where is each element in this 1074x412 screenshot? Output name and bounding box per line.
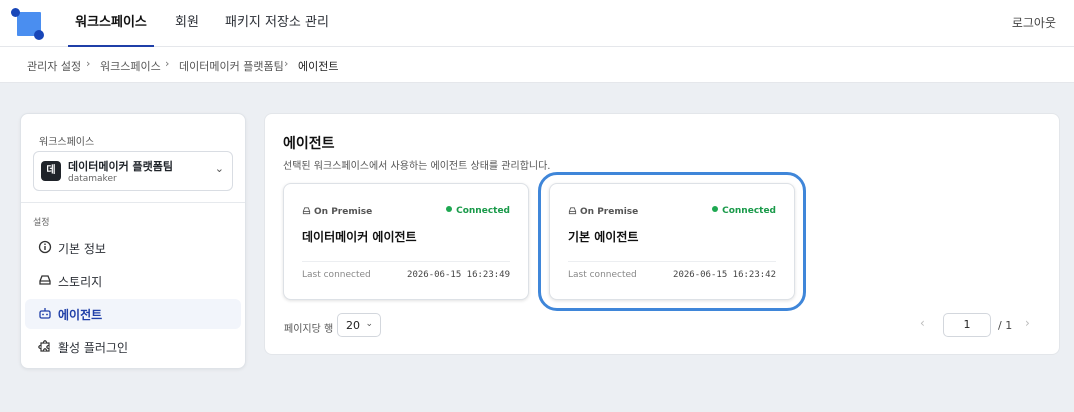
page-number-input[interactable]: 1: [943, 313, 991, 337]
logout-link[interactable]: 로그아웃: [1012, 0, 1056, 46]
sidebar-item-label: 스토리지: [58, 275, 103, 289]
status-badge: Connected: [446, 206, 510, 216]
divider: [21, 202, 245, 203]
settings-sidebar: 워크스페이스 데 데이터메이커 플랫폼팀 datamaker ⌄ 설정 기본 정…: [20, 113, 246, 369]
divider: [302, 261, 510, 262]
tab-workspace[interactable]: 워크스페이스: [68, 0, 154, 47]
previous-page-button[interactable]: ‹: [920, 316, 925, 330]
chevron-down-icon: ⌄: [365, 319, 373, 329]
status-badge: Connected: [712, 206, 776, 216]
chevron-down-icon: ⌄: [214, 162, 224, 175]
chevron-right-icon: ›: [165, 57, 170, 70]
status-dot: [446, 206, 453, 212]
page-total: / 1: [998, 319, 1013, 332]
agent-icon: [39, 308, 51, 319]
rows-per-page-label: 페이지당 행: [284, 324, 334, 335]
breadcrumb-team[interactable]: 데이터메이커 플랫폼팀: [179, 58, 284, 74]
rows-per-page-value: 20: [346, 319, 360, 332]
last-connected-label: Last connected: [568, 270, 637, 280]
agent-card[interactable]: On Premise Connected 데이터메이커 에이전트 Last co…: [283, 183, 529, 300]
workspace-slug: datamaker: [68, 174, 117, 184]
workspace-avatar: 데: [41, 161, 61, 181]
tab-package-registry[interactable]: 패키지 저장소 관리: [225, 0, 329, 47]
storage-icon: [39, 275, 51, 285]
top-navigation-bar: 워크스페이스 회원 패키지 저장소 관리 로그아웃: [0, 0, 1074, 47]
agent-name: 기본 에이전트: [568, 230, 639, 244]
page-description: 선택된 워크스페이스에서 사용하는 에이전트 상태를 관리합니다.: [283, 161, 551, 172]
agents-panel: 에이전트 선택된 워크스페이스에서 사용하는 에이전트 상태를 관리합니다. O…: [264, 113, 1060, 355]
status-dot: [712, 206, 719, 212]
agent-type: On Premise: [568, 206, 638, 217]
sidebar-item-basic-info[interactable]: 기본 정보: [25, 233, 241, 263]
agent-name: 데이터메이커 에이전트: [302, 230, 417, 244]
breadcrumb-admin-settings[interactable]: 관리자 설정: [27, 58, 81, 74]
next-page-button[interactable]: ›: [1025, 316, 1030, 330]
sidebar-item-active-plugins[interactable]: 활성 플러그인: [25, 332, 241, 362]
tab-members[interactable]: 회원: [175, 0, 199, 47]
settings-section-label: 설정: [33, 218, 50, 228]
chevron-right-icon: ›: [86, 57, 91, 70]
workspace-name: 데이터메이커 플랫폼팀: [68, 160, 174, 173]
page-title: 에이전트: [283, 136, 335, 152]
sidebar-item-label: 에이전트: [58, 308, 103, 322]
workspace-selector[interactable]: 데 데이터메이커 플랫폼팀 datamaker ⌄: [33, 151, 233, 191]
plugin-icon: [38, 340, 50, 352]
last-connected-value: 2026-06-15 16:23:42: [673, 270, 776, 280]
agent-card[interactable]: On Premise Connected 기본 에이전트 Last connec…: [538, 172, 806, 311]
breadcrumb-workspace[interactable]: 워크스페이스: [100, 58, 161, 74]
last-connected-label: Last connected: [302, 270, 371, 280]
workspace-label: 워크스페이스: [39, 137, 95, 148]
server-icon: [302, 207, 311, 215]
sidebar-item-label: 기본 정보: [58, 242, 106, 256]
rows-per-page-select[interactable]: 20 ⌄: [337, 313, 381, 337]
chevron-right-icon: ›: [284, 57, 289, 70]
agent-type: On Premise: [302, 206, 372, 217]
divider: [568, 261, 776, 262]
breadcrumb-current: 에이전트: [298, 60, 339, 73]
sidebar-item-label: 활성 플러그인: [58, 341, 129, 355]
app-logo[interactable]: [11, 8, 45, 40]
breadcrumb: 관리자 설정 › 워크스페이스 › 데이터메이커 플랫폼팀 › 에이전트: [0, 47, 1074, 83]
sidebar-item-agent[interactable]: 에이전트: [25, 299, 241, 329]
server-icon: [568, 207, 577, 215]
info-icon: [38, 240, 52, 254]
sidebar-item-storage[interactable]: 스토리지: [25, 266, 241, 296]
last-connected-value: 2026-06-15 16:23:49: [407, 270, 510, 280]
